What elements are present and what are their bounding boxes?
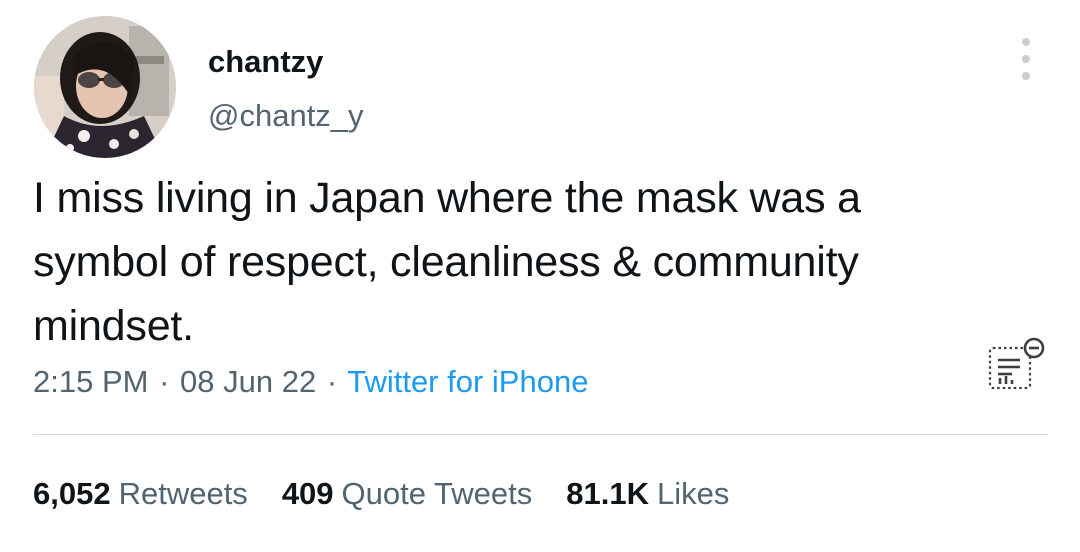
tweet-card: chantzy @chantz_y I miss living in Japan… — [0, 0, 1080, 552]
likes-stat[interactable]: 81.1K Likes — [566, 476, 729, 512]
tweet-stats: 6,052 Retweets 409 Quote Tweets 81.1K Likes — [33, 476, 729, 512]
quote-tweets-label: Quote Tweets — [341, 476, 533, 511]
meta-separator: · — [326, 364, 338, 399]
analytics-icon[interactable] — [986, 334, 1050, 394]
avatar-image — [34, 16, 176, 158]
author-handle[interactable]: @chantz_y — [208, 98, 364, 134]
likes-count: 81.1K — [566, 476, 649, 511]
divider — [33, 434, 1048, 435]
meta-separator: · — [159, 364, 170, 399]
tweet-text: I miss living in Japan where the mask wa… — [33, 174, 861, 350]
more-dots-icon — [1022, 38, 1030, 46]
avatar[interactable] — [34, 16, 176, 158]
more-dots-icon-dot — [1022, 55, 1030, 63]
author-display-name[interactable]: chantzy — [208, 44, 323, 80]
retweets-count: 6,052 — [33, 476, 111, 511]
likes-label: Likes — [657, 476, 730, 511]
more-dots-icon-dot — [1022, 72, 1030, 80]
tweet-date[interactable]: 08 Jun 22 — [180, 364, 316, 399]
tweet-time[interactable]: 2:15 PM — [33, 364, 148, 399]
quote-tweets-stat[interactable]: 409 Quote Tweets — [282, 476, 532, 512]
tweet-meta: 2:15 PM · 08 Jun 22 · Twitter for iPhone — [33, 364, 588, 400]
tweet-source-link[interactable]: Twitter for iPhone — [347, 364, 588, 399]
more-options-button[interactable] — [1010, 38, 1042, 80]
retweets-label: Retweets — [118, 476, 248, 511]
retweets-stat[interactable]: 6,052 Retweets — [33, 476, 248, 512]
quote-tweets-count: 409 — [281, 476, 334, 511]
